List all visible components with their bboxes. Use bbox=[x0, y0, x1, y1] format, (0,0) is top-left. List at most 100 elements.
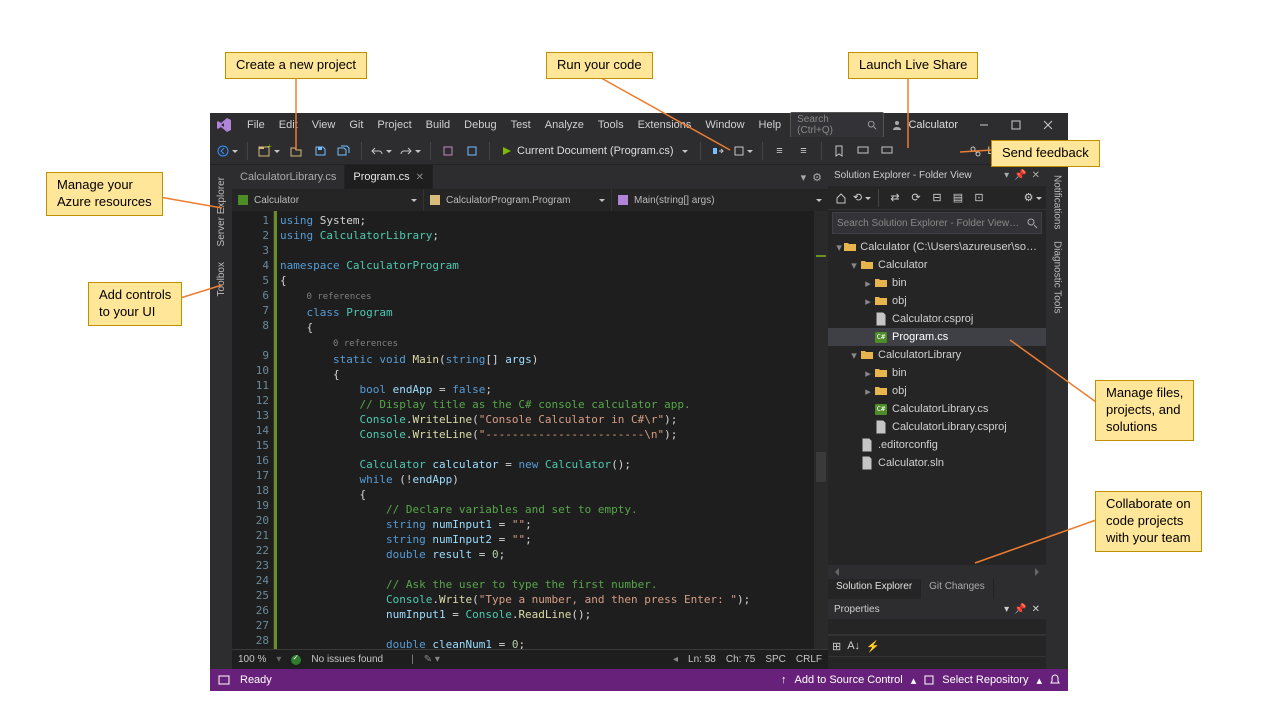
solution-explorer-search[interactable]: Search Solution Explorer - Folder View (… bbox=[832, 212, 1042, 234]
save-button[interactable] bbox=[309, 140, 331, 162]
minimize-button[interactable] bbox=[968, 114, 1000, 136]
horizontal-scrollbar[interactable] bbox=[828, 565, 1046, 579]
close-button[interactable] bbox=[1032, 114, 1064, 136]
nav-back-button[interactable] bbox=[214, 140, 241, 162]
debug-target-button[interactable] bbox=[731, 140, 756, 162]
tree-node[interactable]: C#CalculatorLibrary.cs bbox=[828, 400, 1046, 418]
sync-icon[interactable]: ⇄ bbox=[886, 189, 904, 207]
indent-more-icon[interactable]: ≡ bbox=[793, 140, 815, 162]
undo-button[interactable] bbox=[368, 140, 395, 162]
properties-toolbar: ⊞ A↓ ⚡ bbox=[828, 635, 1046, 657]
doc-tab-inactive[interactable]: CalculatorLibrary.cs bbox=[232, 165, 345, 189]
comment-icon[interactable] bbox=[852, 140, 874, 162]
code-editor[interactable]: 1234567891011121314151617181920212223242… bbox=[232, 211, 828, 649]
tree-node[interactable]: ▸obj bbox=[828, 382, 1046, 400]
tool-icon-2[interactable] bbox=[461, 140, 483, 162]
context-bar: Calculator CalculatorProgram.Program Mai… bbox=[232, 189, 828, 211]
tree-node[interactable]: .editorconfig bbox=[828, 436, 1046, 454]
dropdown-icon[interactable]: ▾ bbox=[801, 171, 807, 184]
class-icon bbox=[430, 195, 440, 205]
menu-test[interactable]: Test bbox=[504, 116, 538, 134]
doc-tab-active[interactable]: Program.cs ✕ bbox=[345, 165, 433, 189]
menu-tools[interactable]: Tools bbox=[591, 116, 631, 134]
notifications-tab[interactable]: Notifications bbox=[1049, 169, 1066, 235]
app-name-label: Calculator bbox=[908, 119, 958, 131]
run-button[interactable]: Current Document (Program.cs) bbox=[496, 140, 694, 162]
tree-node[interactable]: ▾Calculator bbox=[828, 256, 1046, 274]
tool-icon[interactable] bbox=[437, 140, 459, 162]
left-dock-tabs: Server Explorer Toolbox bbox=[210, 165, 232, 669]
settings-icon[interactable]: ⚙ bbox=[1024, 189, 1042, 207]
add-source-control[interactable]: Add to Source Control bbox=[794, 674, 902, 686]
menu-debug[interactable]: Debug bbox=[457, 116, 503, 134]
solution-tree[interactable]: ▾Calculator (C:\Users\azureuser\source\r… bbox=[828, 236, 1046, 565]
issues-label[interactable]: No issues found bbox=[311, 654, 383, 665]
menu-analyze[interactable]: Analyze bbox=[538, 116, 591, 134]
visual-studio-window: FileEditViewGitProjectBuildDebugTestAnal… bbox=[210, 113, 1068, 691]
health-ok-icon bbox=[291, 655, 301, 665]
dropdown-icon[interactable]: ▾ bbox=[1004, 170, 1009, 181]
pin-icon[interactable]: ⚙ bbox=[812, 171, 822, 184]
menu-extensions[interactable]: Extensions bbox=[631, 116, 699, 134]
tree-node[interactable]: ▸bin bbox=[828, 274, 1046, 292]
redo-button[interactable] bbox=[397, 140, 424, 162]
context-project[interactable]: Calculator bbox=[232, 189, 424, 211]
tree-node[interactable]: Calculator.sln bbox=[828, 454, 1046, 472]
view-icon[interactable]: ⟲ bbox=[853, 189, 871, 207]
menu-file[interactable]: File bbox=[240, 116, 272, 134]
menu-window[interactable]: Window bbox=[698, 116, 751, 134]
search-icon bbox=[867, 120, 877, 130]
close-panel-icon[interactable]: ✕ bbox=[1032, 170, 1040, 181]
bell-icon[interactable] bbox=[1050, 674, 1060, 686]
menu-edit[interactable]: Edit bbox=[272, 116, 305, 134]
collapse-icon[interactable]: ⊟ bbox=[928, 189, 946, 207]
step-icon[interactable] bbox=[707, 140, 729, 162]
server-explorer-tab[interactable]: Server Explorer bbox=[213, 169, 230, 254]
categorize-icon[interactable]: ⊞ bbox=[832, 640, 841, 653]
refresh-icon[interactable]: ⟳ bbox=[907, 189, 925, 207]
select-repository[interactable]: Select Repository bbox=[942, 674, 1028, 686]
git-changes-tab[interactable]: Git Changes bbox=[921, 579, 994, 599]
tree-node[interactable]: ▾CalculatorLibrary bbox=[828, 346, 1046, 364]
bookmark-icon[interactable] bbox=[828, 140, 850, 162]
zoom-level[interactable]: 100 % bbox=[238, 654, 266, 665]
uncomment-icon[interactable] bbox=[876, 140, 898, 162]
pin-icon[interactable]: 📌 bbox=[1014, 604, 1026, 615]
show-all-icon[interactable]: ▤ bbox=[949, 189, 967, 207]
solution-explorer-tab[interactable]: Solution Explorer bbox=[828, 579, 921, 599]
close-tab-icon[interactable]: ✕ bbox=[416, 172, 424, 183]
tree-node[interactable]: C#Program.cs bbox=[828, 328, 1046, 346]
new-project-button[interactable]: + bbox=[254, 140, 283, 162]
search-box[interactable]: Search (Ctrl+Q) bbox=[790, 112, 884, 138]
maximize-button[interactable] bbox=[1000, 114, 1032, 136]
events-icon[interactable]: ⚡ bbox=[866, 640, 880, 653]
menu-build[interactable]: Build bbox=[419, 116, 457, 134]
menu-help[interactable]: Help bbox=[752, 116, 789, 134]
diagnostic-tools-tab[interactable]: Diagnostic Tools bbox=[1049, 235, 1066, 320]
context-class[interactable]: CalculatorProgram.Program bbox=[424, 189, 612, 211]
tree-node[interactable]: ▸obj bbox=[828, 292, 1046, 310]
tree-node[interactable]: Calculator.csproj bbox=[828, 310, 1046, 328]
menu-git[interactable]: Git bbox=[342, 116, 370, 134]
status-ready: Ready bbox=[240, 674, 272, 686]
save-all-button[interactable] bbox=[333, 140, 355, 162]
indent-less-icon[interactable]: ≡ bbox=[769, 140, 791, 162]
menu-view[interactable]: View bbox=[305, 116, 343, 134]
context-label: Main(string[] args) bbox=[634, 195, 715, 206]
alpha-sort-icon[interactable]: A↓ bbox=[847, 640, 860, 652]
menu-project[interactable]: Project bbox=[370, 116, 418, 134]
tree-node[interactable]: ▸bin bbox=[828, 364, 1046, 382]
home-icon[interactable] bbox=[832, 189, 850, 207]
tree-node[interactable]: ▾Calculator (C:\Users\azureuser\source\r… bbox=[828, 238, 1046, 256]
toolbox-tab[interactable]: Toolbox bbox=[213, 254, 230, 304]
code-content[interactable]: using System; using CalculatorLibrary; n… bbox=[274, 211, 814, 649]
properties-icon[interactable]: ⊡ bbox=[970, 189, 988, 207]
tree-node[interactable]: CalculatorLibrary.csproj bbox=[828, 418, 1046, 436]
close-panel-icon[interactable]: ✕ bbox=[1032, 604, 1040, 615]
context-method[interactable]: Main(string[] args) bbox=[612, 189, 828, 211]
line-gutter: 1234567891011121314151617181920212223242… bbox=[232, 211, 274, 649]
vertical-scrollbar[interactable] bbox=[814, 211, 828, 649]
open-button[interactable] bbox=[285, 140, 307, 162]
dropdown-icon[interactable]: ▾ bbox=[1004, 604, 1009, 615]
pin-icon[interactable]: 📌 bbox=[1014, 170, 1026, 181]
